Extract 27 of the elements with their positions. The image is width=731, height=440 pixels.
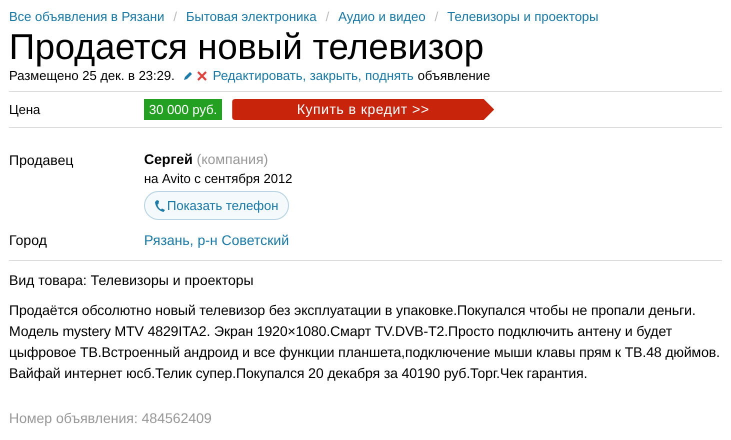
field-label: Город: [9, 230, 48, 250]
breadcrumb-link[interactable]: Аудио и видео: [338, 7, 426, 27]
description-text: Продаётся обсолютно новый телевизор без эксплуатации в упаковке.Покупался чтобы не пропали деньги. Модель mystery MTV 4829ITA2. Экран 1920×1080.Смарт TV.DVB-T2.Просто подключить антену и будет цыфровое ТВ.Встроенный андроид и все функции планшета,подключение мыши клавы прям к ТВ.48 дюймов. Вайфай интернет юсб.Телик супер.Покупался 20 декабря за 40190 руб.Торг.Чек гарантия.: [9, 301, 721, 383]
show-phone-button[interactable]: Показать телефон: [144, 191, 290, 220]
breadcrumb-link[interactable]: Бытовая электроника: [186, 7, 317, 27]
pencil-icon[interactable]: [182, 71, 193, 81]
seller-type: (компания): [196, 150, 268, 168]
breadcrumb-link[interactable]: Все объявления в Рязани: [9, 7, 164, 27]
seller-name: Сергей: [144, 150, 193, 168]
breadcrumb-separator: /: [324, 8, 330, 26]
posted-date: Размещено 25 дек. в 23:29.: [9, 67, 175, 86]
breadcrumb-separator: /: [172, 8, 178, 26]
field-label: Продавец: [9, 151, 74, 170]
price-tag: 30 000 руб.: [144, 99, 222, 120]
breadcrumb-separator: /: [434, 8, 440, 26]
credit-button[interactable]: Купить в кредит >>: [232, 99, 494, 120]
close-icon[interactable]: [196, 71, 207, 81]
breadcrumb-link[interactable]: Телевизоры и проекторы: [447, 7, 599, 27]
phone-icon: [155, 200, 165, 212]
link-suffix: объявление: [418, 67, 490, 86]
city-link[interactable]: Рязань, р-н Советский: [144, 230, 290, 250]
edit-link[interactable]: Редактировать, закрыть, поднять: [212, 66, 414, 86]
ad-number: Номер объявления: 484562409: [9, 409, 213, 428]
page-title: Продается новый телевизор: [9, 28, 485, 66]
category-text: Вид товара: Телевизоры и проекторы: [9, 272, 255, 288]
field-label: Цена: [9, 100, 42, 119]
member-since: на Avito с сентября 2012: [144, 170, 292, 188]
